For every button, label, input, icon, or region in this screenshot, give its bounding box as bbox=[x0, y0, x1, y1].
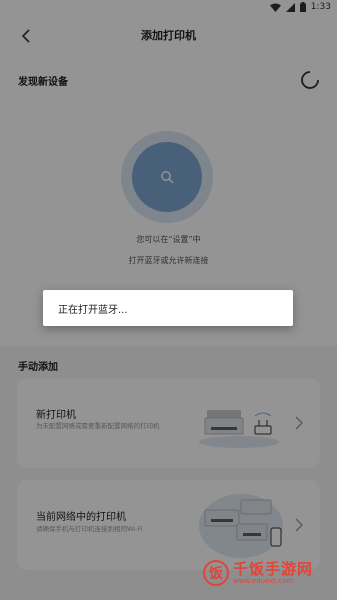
watermark-url: www.eduext.com bbox=[233, 577, 294, 585]
watermark-logo: 饭 bbox=[203, 560, 229, 586]
watermark: 饭 千饭手游网 www.eduext.com bbox=[203, 560, 313, 586]
dialog-message: 正在打开蓝牙... bbox=[58, 305, 128, 316]
watermark-text: 千饭手游网 www.eduext.com bbox=[233, 561, 313, 585]
watermark-name: 千饭手游网 bbox=[233, 560, 314, 578]
progress-dialog: 正在打开蓝牙... bbox=[43, 290, 293, 326]
